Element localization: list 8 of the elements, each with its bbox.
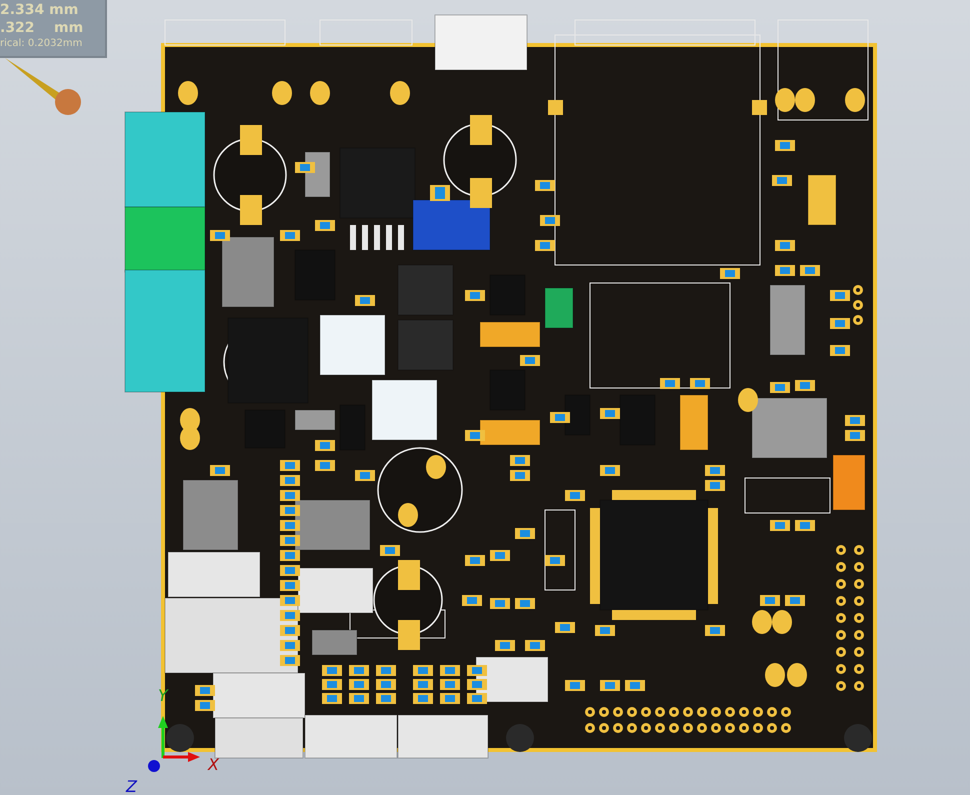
axis-triad-icon [148,716,200,772]
measurement-text: 2.334 mm [0,1,80,19]
axis-label: Y [158,688,168,704]
axis-label: X [208,757,219,773]
axis-label: Z [126,779,137,795]
measurement-text: .322 mm [0,19,84,37]
cursor-pointer-icon [5,58,81,115]
measurement-text: rical: 0.2032mm [0,37,84,51]
